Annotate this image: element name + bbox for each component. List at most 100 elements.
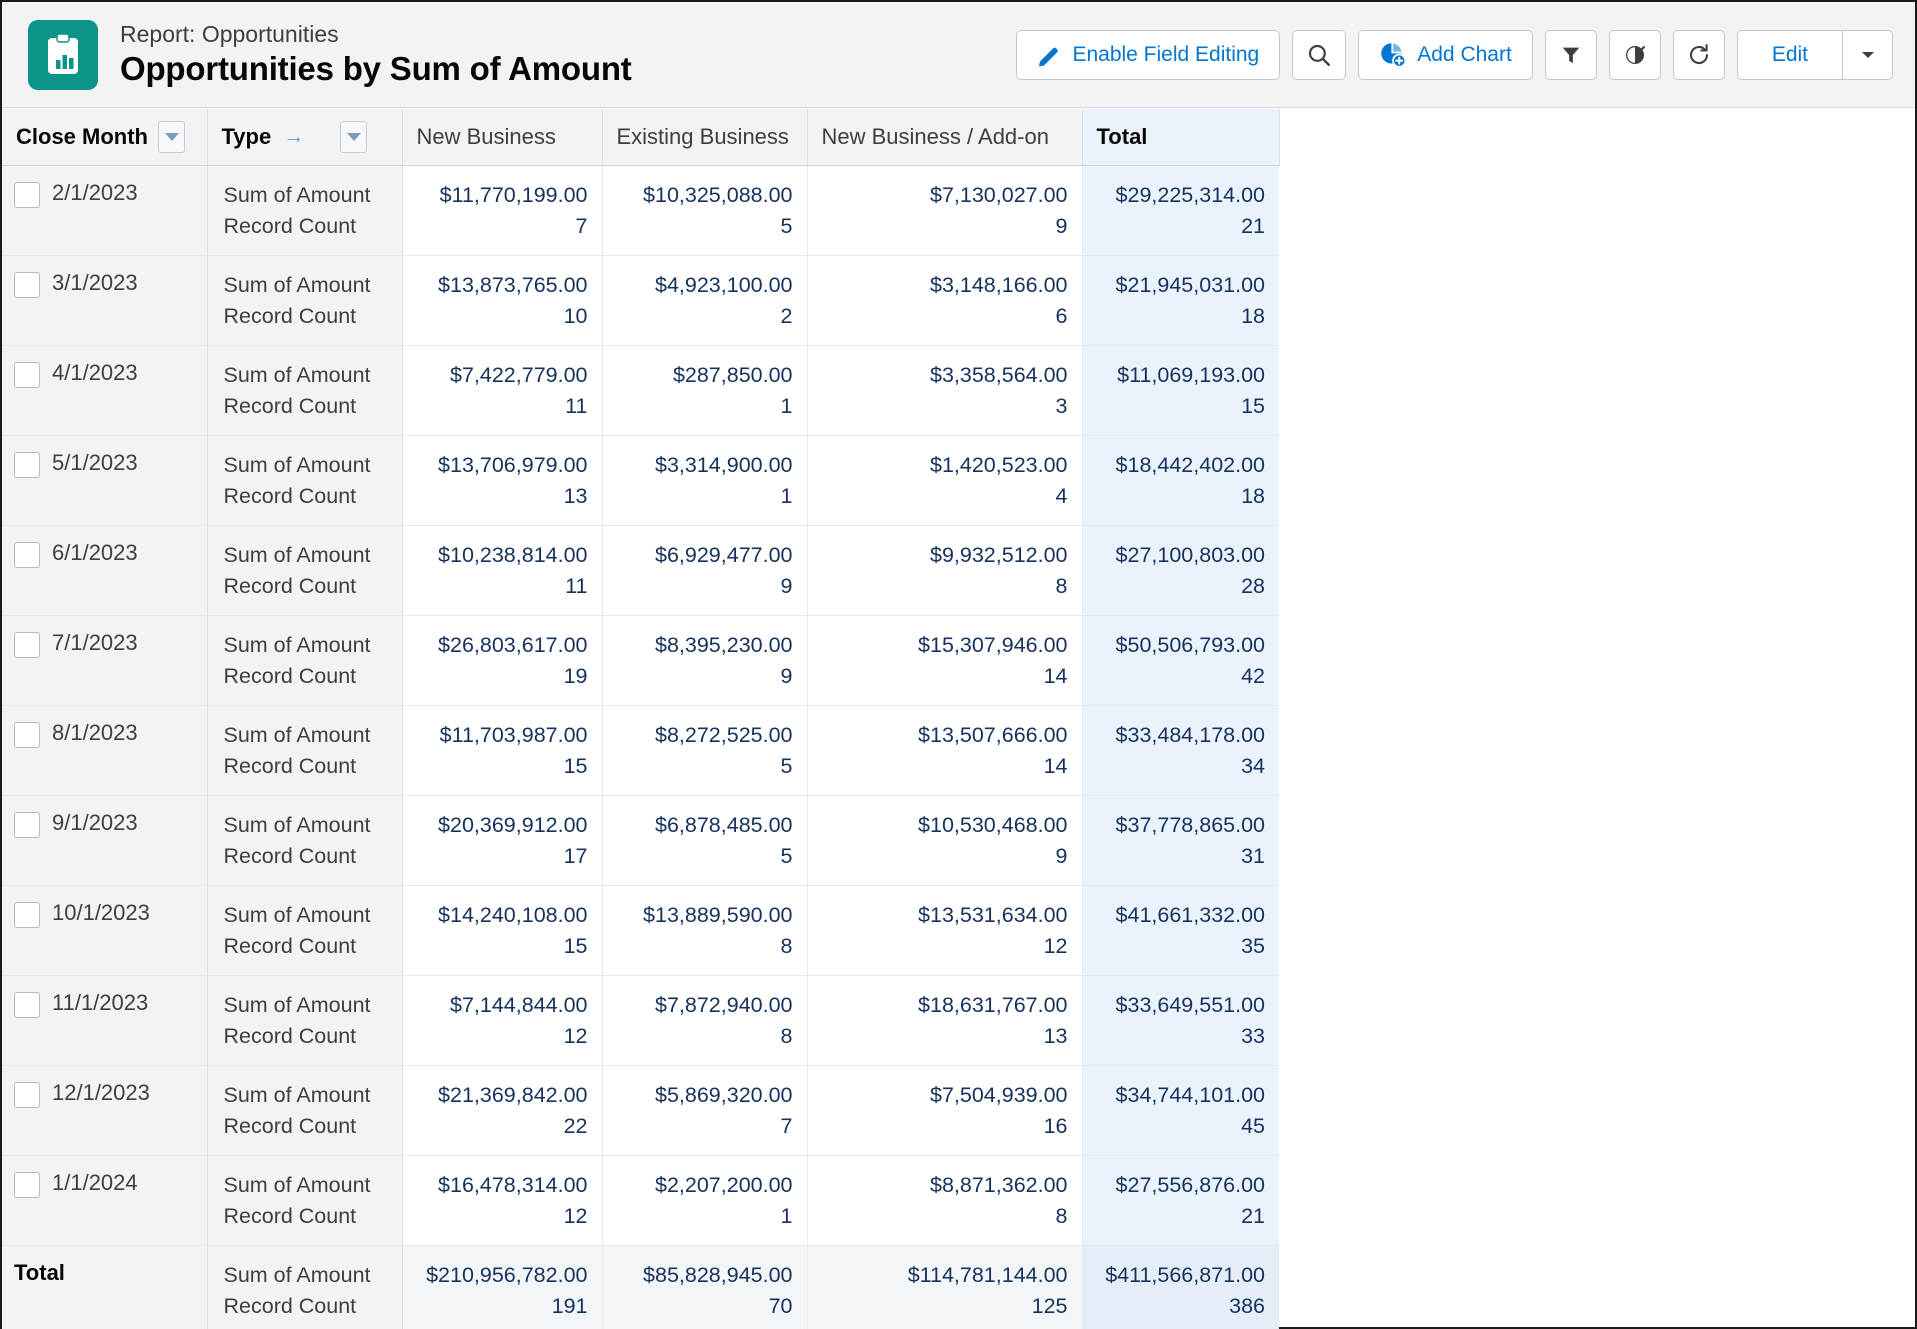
cell-existing-business-r5[interactable]: $8,395,230.00 9 — [602, 615, 808, 707]
column-header-new-business[interactable]: New Business — [402, 109, 603, 166]
cell-existing-business-r1[interactable]: $4,923,100.00 2 — [602, 255, 808, 347]
cell-total-r0[interactable]: $29,225,314.00 21 — [1081, 165, 1279, 257]
cell-new-business-r3[interactable]: $13,706,979.00 13 — [402, 435, 603, 527]
cell-new-business-r11[interactable]: $16,478,314.00 12 — [402, 1155, 603, 1247]
sum-of-amount-value: $11,703,987.00 — [439, 723, 588, 748]
report-table-container[interactable]: Close Month Type → New Business Existing… — [2, 109, 1280, 1329]
row-measure-labels: Sum of Amount Record Count — [207, 1155, 403, 1247]
cell-new-business-r1[interactable]: $13,873,765.00 10 — [402, 255, 603, 347]
measure-label-sum-of-amount: Sum of Amount — [223, 903, 371, 928]
row-checkbox[interactable] — [14, 1082, 40, 1109]
search-button[interactable] — [1292, 29, 1347, 80]
cell-new-business-addon-r9[interactable]: $18,631,767.00 13 — [807, 975, 1083, 1067]
cell-existing-business-r8[interactable]: $13,889,590.00 8 — [602, 885, 808, 977]
type-menu-icon[interactable] — [340, 121, 368, 153]
cell-grand-total-total[interactable]: $411,566,871.00 386 — [1081, 1245, 1279, 1329]
cell-total-r5[interactable]: $50,506,793.00 42 — [1081, 615, 1279, 707]
cell-grand-total-new-business[interactable]: $210,956,782.00 191 — [402, 1245, 603, 1329]
column-header-total[interactable]: Total — [1081, 109, 1280, 166]
record-count-value: 9 — [780, 663, 793, 688]
cell-new-business-r5[interactable]: $26,803,617.00 19 — [402, 615, 603, 707]
cell-total-r7[interactable]: $37,778,865.00 31 — [1081, 795, 1279, 887]
cell-total-r2[interactable]: $11,069,193.00 15 — [1081, 345, 1279, 437]
cell-new-business-addon-r11[interactable]: $8,871,362.00 8 — [807, 1155, 1083, 1247]
cell-total-r4[interactable]: $27,100,803.00 28 — [1081, 525, 1279, 617]
cell-new-business-addon-r6[interactable]: $13,507,666.00 14 — [807, 705, 1083, 797]
header-toolbar: Enable Field Editing Add Chart Edit — [1016, 29, 1893, 80]
record-count-value: 5 — [780, 753, 793, 778]
cell-grand-total-existing-business[interactable]: $85,828,945.00 70 — [602, 1245, 808, 1329]
row-checkbox[interactable] — [14, 362, 40, 389]
cell-new-business-addon-r0[interactable]: $7,130,027.00 9 — [807, 165, 1083, 257]
add-chart-button[interactable]: Add Chart — [1358, 29, 1533, 80]
cell-existing-business-r4[interactable]: $6,929,477.00 9 — [602, 525, 808, 617]
measure-label-sum-of-amount: Sum of Amount — [223, 1263, 371, 1288]
cell-new-business-r2[interactable]: $7,422,779.00 11 — [402, 345, 603, 437]
cell-existing-business-r7[interactable]: $6,878,485.00 5 — [602, 795, 808, 887]
cell-new-business-addon-r8[interactable]: $13,531,634.00 12 — [807, 885, 1083, 977]
cell-total-r1[interactable]: $21,945,031.00 18 — [1081, 255, 1279, 347]
sum-of-amount-value: $3,358,564.00 — [930, 363, 1068, 388]
cell-new-business-addon-r2[interactable]: $3,358,564.00 3 — [807, 345, 1083, 437]
cell-new-business-addon-r1[interactable]: $3,148,166.00 6 — [807, 255, 1083, 347]
cell-new-business-addon-r10[interactable]: $7,504,939.00 16 — [807, 1065, 1083, 1157]
enable-field-editing-button[interactable]: Enable Field Editing — [1016, 29, 1281, 80]
row-checkbox[interactable] — [14, 272, 40, 299]
cell-total-r3[interactable]: $18,442,402.00 18 — [1081, 435, 1279, 527]
row-checkbox[interactable] — [14, 182, 40, 208]
close-month-value: 12/1/2023 — [52, 1080, 150, 1106]
cell-total-r9[interactable]: $33,649,551.00 33 — [1081, 975, 1279, 1067]
close-month-menu-icon[interactable] — [158, 121, 185, 153]
cell-new-business-r8[interactable]: $14,240,108.00 15 — [402, 885, 603, 977]
row-checkbox[interactable] — [14, 632, 40, 659]
cell-existing-business-r11[interactable]: $2,207,200.00 1 — [602, 1155, 808, 1247]
cell-existing-business-r2[interactable]: $287,850.00 1 — [602, 345, 808, 437]
cell-new-business-r4[interactable]: $10,238,814.00 11 — [402, 525, 603, 617]
column-header-type[interactable]: Type → — [207, 109, 403, 166]
close-month-value: 2/1/2023 — [52, 180, 138, 205]
close-month-value: 6/1/2023 — [52, 540, 138, 566]
row-checkbox[interactable] — [14, 1172, 40, 1199]
column-header-close-month[interactable]: Close Month — [2, 109, 208, 166]
refresh-button[interactable] — [1672, 29, 1725, 80]
cell-new-business-r9[interactable]: $7,144,844.00 12 — [402, 975, 603, 1067]
cell-existing-business-r3[interactable]: $3,314,900.00 1 — [602, 435, 808, 527]
column-header-existing-business[interactable]: Existing Business — [602, 109, 808, 166]
cell-new-business-addon-r4[interactable]: $9,932,512.00 8 — [807, 525, 1083, 617]
record-count-value: 4 — [1055, 483, 1068, 508]
sum-of-amount-value: $4,923,100.00 — [655, 273, 793, 298]
row-measure-labels: Sum of Amount Record Count — [207, 705, 403, 797]
cell-total-r10[interactable]: $34,744,101.00 45 — [1081, 1065, 1279, 1157]
filter-button[interactable] — [1544, 29, 1597, 80]
cell-new-business-addon-r5[interactable]: $15,307,946.00 14 — [807, 615, 1083, 707]
cell-new-business-addon-r3[interactable]: $1,420,523.00 4 — [807, 435, 1083, 527]
record-count-value: 22 — [563, 1113, 588, 1138]
cell-new-business-r0[interactable]: $11,770,199.00 7 — [402, 165, 603, 257]
cell-new-business-addon-r7[interactable]: $10,530,468.00 9 — [807, 795, 1083, 887]
row-checkbox[interactable] — [14, 452, 40, 479]
row-checkbox[interactable] — [14, 722, 40, 749]
cell-new-business-r7[interactable]: $20,369,912.00 17 — [402, 795, 603, 887]
cell-new-business-r6[interactable]: $11,703,987.00 15 — [402, 705, 603, 797]
sum-of-amount-value: $27,556,876.00 — [1115, 1173, 1265, 1198]
edit-menu-button[interactable] — [1843, 29, 1893, 80]
table-body: 2/1/2023 Sum of Amount Record Count $11,770… — [2, 165, 1279, 1329]
conditional-formatting-button[interactable] — [1608, 29, 1661, 80]
cell-existing-business-r10[interactable]: $5,869,320.00 7 — [602, 1065, 808, 1157]
cell-total-r11[interactable]: $27,556,876.00 21 — [1081, 1155, 1279, 1247]
report-table: Close Month Type → New Business Existing… — [2, 109, 1280, 1329]
cell-new-business-r10[interactable]: $21,369,842.00 22 — [402, 1065, 603, 1157]
column-header-new-business-addon[interactable]: New Business / Add-on — [807, 109, 1083, 166]
row-checkbox[interactable] — [14, 992, 40, 1019]
edit-button[interactable]: Edit — [1736, 29, 1843, 80]
table-row: 12/1/2023 Sum of Amount Record Count $21,36… — [2, 1065, 1279, 1157]
row-checkbox[interactable] — [14, 902, 40, 929]
row-checkbox[interactable] — [14, 542, 40, 569]
cell-existing-business-r6[interactable]: $8,272,525.00 5 — [602, 705, 808, 797]
cell-total-r6[interactable]: $33,484,178.00 34 — [1081, 705, 1279, 797]
row-checkbox[interactable] — [14, 812, 40, 839]
cell-existing-business-r9[interactable]: $7,872,940.00 8 — [602, 975, 808, 1067]
cell-existing-business-r0[interactable]: $10,325,088.00 5 — [602, 165, 808, 257]
cell-total-r8[interactable]: $41,661,332.00 35 — [1081, 885, 1279, 977]
cell-grand-total-new-business-addon[interactable]: $114,781,144.00 125 — [807, 1245, 1083, 1329]
